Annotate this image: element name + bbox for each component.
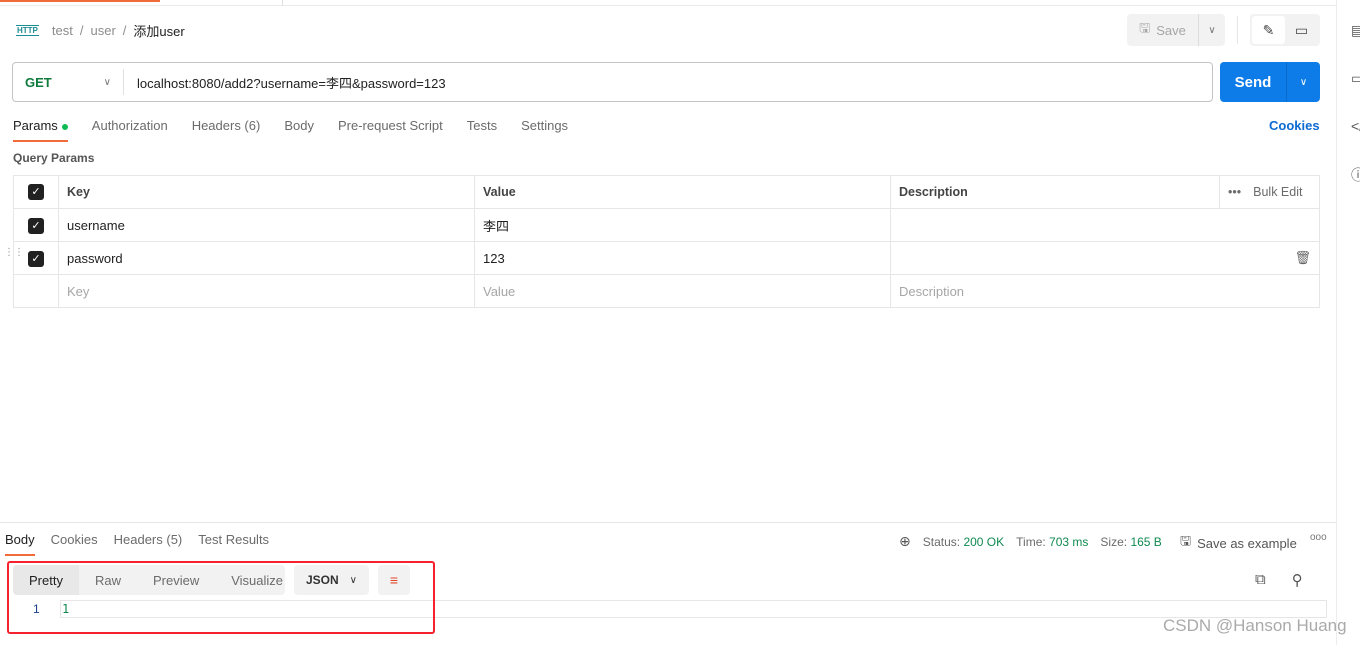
comments-icon[interactable]: ▭ <box>1351 70 1360 87</box>
table-row: ✓ username 李四 <box>13 208 1320 242</box>
copy-icon[interactable]: ⧉ <box>1255 571 1266 589</box>
pane-resize-handle[interactable] <box>0 522 1336 523</box>
breadcrumb-sep: / <box>79 23 84 38</box>
select-all-checkbox[interactable]: ✓ <box>28 184 44 200</box>
tab-response-headers[interactable]: Headers (5) <box>114 532 183 556</box>
right-sidebar: ▤ ▭ </ ⓘ <box>1336 0 1360 645</box>
watermark: CSDN @Hanson Huang <box>1163 616 1347 635</box>
highlight-box <box>7 561 435 634</box>
save-label: Save <box>1156 22 1186 38</box>
method-label: GET <box>25 74 52 90</box>
breadcrumb-item[interactable]: test <box>52 23 73 38</box>
trash-icon[interactable]: 🗑 <box>1294 250 1311 265</box>
param-description[interactable] <box>890 208 1320 242</box>
params-table: ✓ Key Value Description ••• Bulk Edit ✓ u… <box>4 175 1320 308</box>
header-key: Key <box>58 175 475 209</box>
url-bar: GET ∨ localhost:8080/add2?username=李四&pas… <box>12 62 1213 102</box>
tab-strip <box>0 0 1336 6</box>
row-checkbox[interactable]: ✓ <box>28 217 44 234</box>
send-dropdown-chevron-icon[interactable]: ∨ <box>1287 62 1320 102</box>
tab-authorization[interactable]: Authorization <box>92 118 168 142</box>
tab-tests[interactable]: Tests <box>467 118 497 142</box>
table-header: ✓ Key Value Description ••• Bulk Edit <box>13 175 1320 209</box>
save-button-group: 🖫 Save ∨ <box>1127 14 1225 46</box>
response-meta: ⊕ Status: 200 OK Time: 703 ms Size: 165 … <box>899 533 1162 550</box>
tab-response-body[interactable]: Body <box>5 532 35 556</box>
param-value[interactable]: 李四 <box>474 208 891 242</box>
save-button[interactable]: 🖫 Save <box>1127 14 1199 46</box>
param-key[interactable]: password <box>58 241 475 275</box>
drag-handle-icon[interactable]: ⋮⋮ <box>4 248 24 258</box>
active-dot-icon <box>61 123 68 130</box>
comment-icon[interactable]: ▭ <box>1285 16 1318 44</box>
new-description-input[interactable]: Description <box>890 274 1320 308</box>
breadcrumb-sep: / <box>122 23 127 38</box>
param-value[interactable]: 123 <box>474 241 891 275</box>
breadcrumb-item[interactable]: user <box>90 23 115 38</box>
row-checkbox[interactable]: ✓ <box>28 250 44 267</box>
globe-icon[interactable]: ⊕ <box>899 533 911 550</box>
method-select[interactable]: GET ∨ <box>13 69 124 95</box>
more-icon[interactable]: ••• <box>1228 185 1241 199</box>
cookies-link[interactable]: Cookies <box>1269 118 1320 133</box>
send-button[interactable]: Send <box>1220 62 1287 102</box>
table-row-new: Key Value Description <box>13 274 1320 308</box>
save-dropdown-chevron-icon[interactable]: ∨ <box>1199 14 1225 46</box>
pencil-icon[interactable]: ✎ <box>1252 16 1285 44</box>
search-icon[interactable]: ⚲ <box>1292 571 1303 589</box>
size-value[interactable]: 165 B <box>1130 535 1161 549</box>
save-icon: 🖫 <box>1180 533 1192 548</box>
info-icon[interactable]: ⓘ <box>1351 165 1360 185</box>
body-actions: ⧉ ⚲ <box>1255 571 1303 589</box>
tab-test-results[interactable]: Test Results <box>198 532 269 556</box>
save-as-example-button[interactable]: 🖫 Save as example <box>1180 532 1297 554</box>
tab-settings[interactable]: Settings <box>521 118 568 142</box>
code-icon[interactable]: </ <box>1351 118 1360 134</box>
param-key[interactable]: username <box>58 208 475 242</box>
query-params-title: Query Params <box>13 151 95 165</box>
tab-body[interactable]: Body <box>284 118 314 142</box>
request-name[interactable]: 添加user <box>133 21 184 40</box>
documentation-icon[interactable]: ▤ <box>1351 22 1360 39</box>
request-tabs: Params Authorization Headers (6) Body Pr… <box>13 118 568 142</box>
active-tab-indicator[interactable] <box>0 0 160 2</box>
send-button-group: Send ∨ <box>1220 62 1320 102</box>
table-row: ⋮⋮ ✓ password 123 🗑 <box>4 241 1320 275</box>
param-description[interactable]: 🗑 <box>890 241 1320 275</box>
new-key-input[interactable]: Key <box>58 274 475 308</box>
bulk-edit-button[interactable]: ••• Bulk Edit <box>1219 175 1320 209</box>
chevron-down-icon: ∨ <box>103 76 111 88</box>
http-icon: HTTP <box>16 25 39 36</box>
url-input[interactable]: localhost:8080/add2?username=李四&password… <box>124 73 446 92</box>
tab-pre-request-script[interactable]: Pre-request Script <box>338 118 443 142</box>
more-options-icon[interactable]: ooo <box>1310 532 1327 543</box>
new-value-input[interactable]: Value <box>474 274 891 308</box>
save-icon: 🖫 <box>1139 20 1151 35</box>
tab-divider <box>282 0 283 6</box>
breadcrumb: HTTP test / user / 添加user <box>16 21 185 40</box>
header-value: Value <box>474 175 891 209</box>
tab-response-cookies[interactable]: Cookies <box>51 532 98 556</box>
time-value[interactable]: 703 ms <box>1049 535 1088 549</box>
tab-params[interactable]: Params <box>13 118 68 142</box>
tab-headers[interactable]: Headers (6) <box>192 118 261 142</box>
response-tabs: Body Cookies Headers (5) Test Results <box>5 532 269 556</box>
header-description: Description <box>890 175 1220 209</box>
divider <box>1237 16 1238 44</box>
status-value[interactable]: 200 OK <box>963 535 1004 549</box>
view-toggle: ✎ ▭ <box>1250 14 1320 46</box>
